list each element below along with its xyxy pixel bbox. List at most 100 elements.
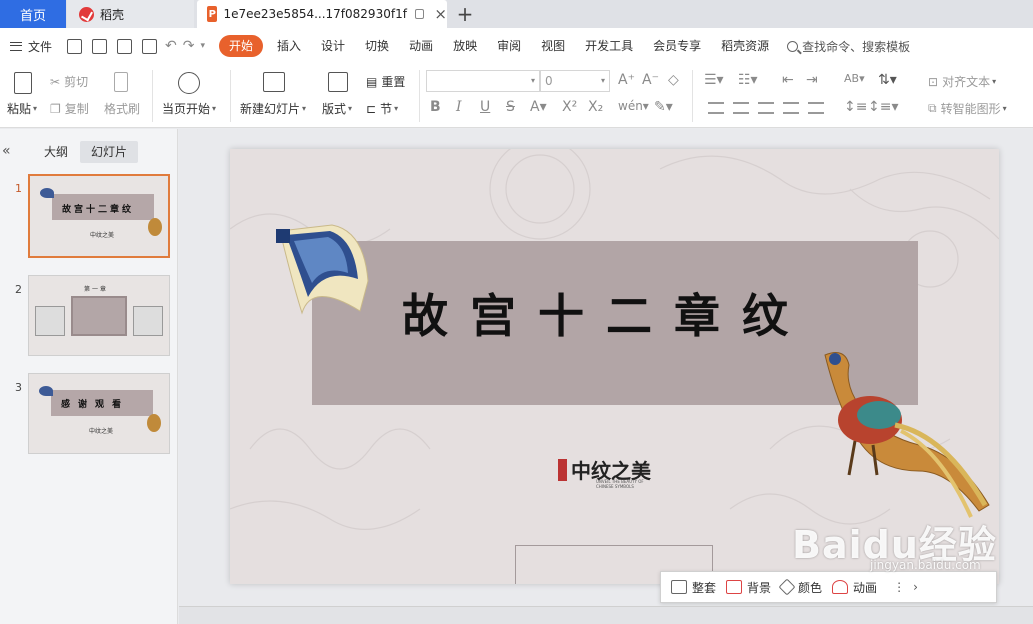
background-icon (726, 580, 743, 594)
subscript-icon[interactable]: X₂ (588, 99, 603, 115)
menu-tab-insert[interactable]: 插入 (267, 35, 311, 57)
menu-tab-developer[interactable]: 开发工具 (575, 35, 643, 57)
reset-button[interactable]: ▤ 重置 (366, 73, 405, 90)
tab-slides[interactable]: 幻灯片 (80, 141, 139, 163)
align-left-icon[interactable] (708, 102, 724, 114)
tab-home[interactable]: 首页 (0, 0, 66, 28)
new-tab-button[interactable]: + (452, 0, 478, 28)
cut-button[interactable]: ✂ 剪切 (50, 73, 88, 90)
template-button[interactable]: 整套 (671, 579, 716, 596)
paragraph-spacing-icon[interactable]: ↕≡▾ (868, 99, 899, 115)
format-painter-button[interactable]: 格式刷 (104, 100, 140, 117)
thumb-title: 第一章 (84, 286, 109, 293)
tab-daoke-label: 稻壳 (100, 7, 125, 22)
ribbon-divider (692, 70, 693, 122)
underline-icon[interactable]: U (480, 99, 490, 115)
chevron-down-icon: ▾ (600, 76, 605, 85)
sort-icon[interactable]: ⇅▾ (878, 72, 897, 88)
justify-icon[interactable] (783, 102, 799, 114)
save-icon[interactable] (67, 38, 82, 54)
color-button[interactable]: 颜色 (778, 578, 822, 596)
thumb-left-image (35, 306, 65, 336)
clear-format-icon[interactable]: ◇ (668, 72, 679, 88)
strikethrough-icon[interactable]: S (506, 99, 515, 115)
format-painter-label: 格式刷 (104, 102, 141, 116)
align-center-icon[interactable] (733, 102, 749, 114)
hamburger-icon (10, 41, 22, 51)
thumb-title: 感谢观看 (61, 400, 130, 410)
close-tab-icon[interactable]: × (434, 5, 447, 23)
file-menu[interactable]: 文件 (0, 38, 62, 55)
new-slide-button[interactable]: 新建幻灯片 ▾ (240, 100, 306, 117)
increase-indent-icon[interactable]: ⇥ (806, 72, 818, 88)
menu-tab-transition[interactable]: 切换 (355, 35, 399, 57)
align-text-button[interactable]: ⊡ 对齐文本 ▾ (928, 73, 996, 90)
slide-thumbnail[interactable]: 第一章 (28, 275, 170, 356)
paste-button[interactable]: 粘贴 ▾ (7, 100, 37, 117)
italic-icon[interactable]: I (456, 99, 462, 115)
animation-icon (832, 580, 849, 594)
menu-tab-resources[interactable]: 稻壳资源 (711, 35, 779, 57)
phonetic-guide-icon[interactable]: wén▾ (618, 99, 649, 113)
font-size-select[interactable]: 0 ▾ (540, 70, 610, 92)
horizontal-scrollbar[interactable] (179, 606, 1033, 624)
from-current-button[interactable]: 当页开始 ▾ (162, 100, 216, 117)
bullets-icon[interactable]: ☰▾ (704, 72, 724, 88)
layout-icon[interactable] (328, 72, 348, 92)
chevron-right-icon[interactable]: › (913, 580, 918, 594)
numbering-icon[interactable]: ☷▾ (738, 72, 758, 88)
new-slide-icon[interactable] (263, 72, 285, 92)
background-button[interactable]: 背景 (726, 579, 771, 596)
increase-font-icon[interactable]: A⁺ (618, 72, 635, 88)
highlight-icon[interactable]: ✎▾ (654, 99, 673, 115)
tab-document[interactable]: P 1e7ee23e5854...17f082930f1f × (197, 0, 447, 28)
ribbon-divider (230, 70, 231, 122)
slide-thumbnail[interactable]: 感谢观看 中纹之美 (28, 373, 170, 454)
distribute-icon[interactable] (808, 102, 824, 114)
text-box-icon[interactable]: AB▾ (844, 72, 865, 85)
section-button[interactable]: ⊏ 节 ▾ (366, 100, 398, 117)
slide-thumbnail[interactable]: 故宫十二章纹 中纹之美 (28, 174, 170, 258)
command-search[interactable]: 查找命令、搜索模板 (787, 38, 910, 55)
font-color-icon[interactable]: A▾ (530, 99, 547, 115)
print-preview-icon[interactable] (142, 38, 157, 54)
tab-daoke[interactable]: 稻壳 (67, 0, 194, 28)
thumb-ornament (39, 386, 53, 396)
menu-tab-review[interactable]: 审阅 (487, 35, 531, 57)
undo-icon[interactable]: ↶ (165, 38, 177, 54)
menu-tab-animation[interactable]: 动画 (399, 35, 443, 57)
thumb-phoenix (147, 414, 161, 432)
menu-tab-slideshow[interactable]: 放映 (443, 35, 487, 57)
chevron-down-icon: ▾ (1002, 104, 1007, 113)
tab-outline[interactable]: 大纲 (33, 141, 79, 163)
print-icon[interactable] (117, 38, 132, 54)
decrease-indent-icon[interactable]: ⇤ (782, 72, 794, 88)
floating-toolbar: 整套 背景 颜色 动画 ⋮ › (660, 571, 997, 603)
paste-icon[interactable] (14, 72, 32, 94)
menu-tab-member[interactable]: 会员专享 (643, 35, 711, 57)
superscript-icon[interactable]: X² (562, 99, 577, 115)
animation-button[interactable]: 动画 (832, 579, 877, 596)
export-icon[interactable] (92, 38, 107, 54)
menu-tab-view[interactable]: 视图 (531, 35, 575, 57)
font-family-select[interactable]: ▾ (426, 70, 540, 92)
fan-ornament-image (276, 224, 369, 315)
copy-button[interactable]: ❐ 复制 (50, 100, 89, 117)
collapse-pane-icon[interactable]: « (2, 143, 11, 159)
play-icon[interactable] (178, 72, 200, 94)
align-right-icon[interactable] (758, 102, 774, 114)
template-icon (671, 580, 687, 594)
layout-button[interactable]: 版式 ▾ (322, 100, 352, 117)
menu-tab-start[interactable]: 开始 (219, 35, 264, 57)
slide-title[interactable]: 故宫十二章纹 (402, 280, 842, 346)
bold-icon[interactable]: B (430, 99, 441, 115)
quick-access-more-icon[interactable]: ▾ (200, 41, 205, 51)
smart-shape-button[interactable]: ⧉ 转智能图形 ▾ (928, 100, 1007, 117)
line-spacing-icon[interactable]: ↕≡ (844, 99, 867, 115)
redo-icon[interactable]: ↷ (183, 38, 195, 54)
seal-stamp-icon (558, 458, 567, 481)
pin-icon[interactable] (414, 9, 425, 19)
menu-tab-design[interactable]: 设计 (311, 35, 355, 57)
more-options-icon[interactable]: ⋮ (893, 580, 905, 594)
decrease-font-icon[interactable]: A⁻ (642, 72, 659, 88)
